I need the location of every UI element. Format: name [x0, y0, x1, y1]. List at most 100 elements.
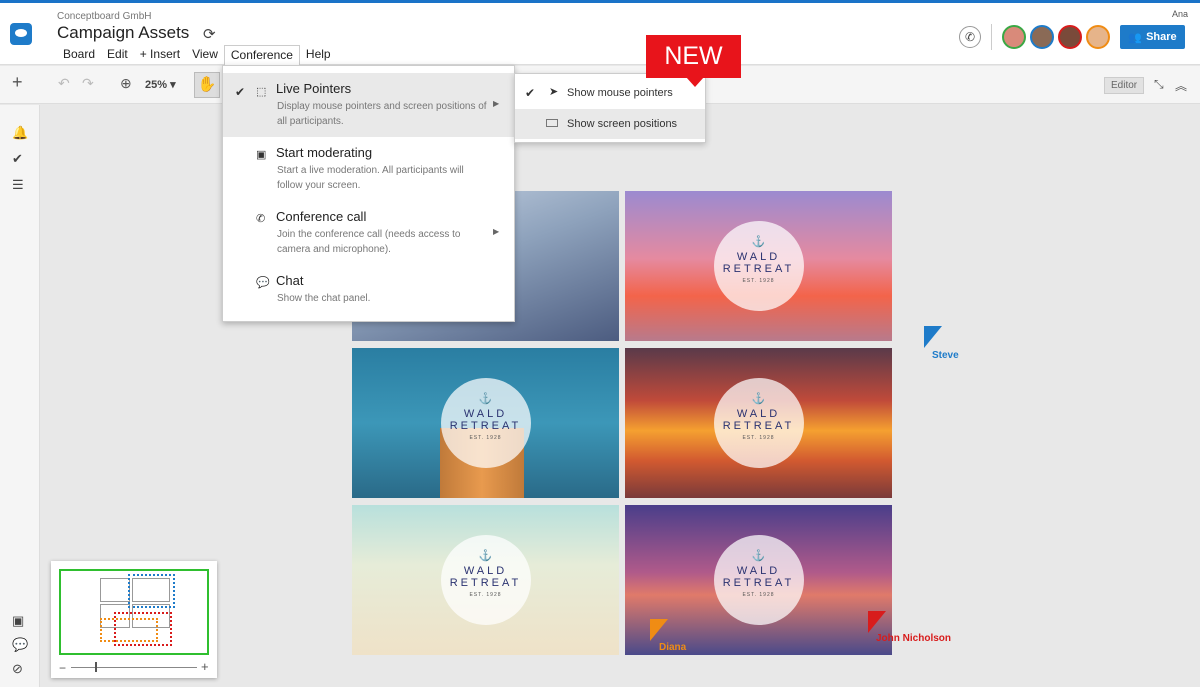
zoom-icon[interactable]: ⊕: [120, 75, 132, 92]
avatar[interactable]: [1086, 25, 1110, 49]
add-icon[interactable]: +: [12, 72, 23, 93]
menu-item-desc: Start a live moderation. All participant…: [277, 165, 464, 191]
submenu-label: Show screen positions: [567, 118, 678, 130]
list-icon[interactable]: ☰: [12, 177, 24, 193]
conceptboard-logo-icon[interactable]: [10, 23, 32, 45]
zoom-value: 25%: [145, 79, 168, 91]
menu-item-live-pointers[interactable]: ✔ ⬚ Live Pointers Display mouse pointers…: [223, 73, 514, 137]
conference-menu: ✔ ⬚ Live Pointers Display mouse pointers…: [222, 65, 515, 322]
anchor-icon: ⚓: [751, 393, 766, 405]
menu-item-chat[interactable]: 💬 Chat Show the chat panel.: [223, 273, 514, 313]
minimap[interactable]: − +: [51, 561, 217, 678]
wald-retreat-badge: ⚓ WALD RETREAT EST. 1928: [713, 378, 804, 468]
diana-pointer-icon: [650, 619, 668, 641]
header: Conceptboard GmbH Campaign Assets ⟳ Boar…: [0, 3, 1200, 66]
share-label: Share: [1146, 31, 1177, 43]
compass-icon[interactable]: ⊘: [12, 661, 23, 677]
badge-est: EST. 1928: [742, 592, 775, 598]
collapse-icon[interactable]: ︽: [1175, 77, 1187, 94]
menu-bar: Board Edit + Insert View Conference Help: [57, 45, 337, 66]
bell-icon[interactable]: 🔔: [12, 125, 28, 141]
menu-item-label: Conference call: [276, 209, 367, 224]
zoom-in-icon[interactable]: +: [201, 659, 209, 674]
minimap-tile: [100, 578, 130, 602]
badge-est: EST. 1928: [742, 278, 775, 284]
board-image[interactable]: ⚓ WALD RETREAT EST. 1928: [352, 348, 619, 498]
badge-est: EST. 1928: [469, 435, 502, 441]
anchor-icon: ⚓: [751, 236, 766, 248]
zoom-slider-track[interactable]: [71, 667, 197, 668]
avatar[interactable]: [1002, 25, 1026, 49]
new-badge: NEW: [646, 35, 741, 78]
submenu-show-screen-positions[interactable]: Show screen positions: [515, 109, 705, 139]
menu-item-label: Start moderating: [276, 145, 373, 160]
menu-item-desc: Display mouse pointers and screen positi…: [277, 101, 487, 127]
badge-text: WALD: [736, 408, 781, 420]
badge-text: WALD: [463, 565, 508, 577]
pointer-label-john: John Nicholson: [876, 633, 951, 644]
pointer-label-steve: Steve: [932, 350, 959, 361]
board-image[interactable]: ⚓ WALD RETREAT EST. 1928: [625, 191, 892, 341]
fullscreen-icon[interactable]: ⤡: [1154, 77, 1164, 92]
wald-retreat-badge: ⚓ WALD RETREAT EST. 1928: [440, 378, 531, 468]
wald-retreat-badge: ⚓ WALD RETREAT EST. 1928: [713, 221, 804, 311]
menu-item-start-moderating[interactable]: ▣ Start moderating Start a live moderati…: [223, 145, 514, 205]
badge-est: EST. 1928: [742, 435, 775, 441]
zoom-slider-handle[interactable]: [95, 662, 97, 672]
share-button[interactable]: 👥 Share: [1120, 25, 1185, 49]
wald-retreat-badge: ⚓ WALD RETREAT EST. 1928: [440, 535, 531, 625]
cursor-icon: ➤: [549, 86, 559, 98]
badge-text: RETREAT: [449, 577, 522, 589]
menu-item-label: Live Pointers: [276, 81, 352, 96]
chat-icon: 💬: [256, 277, 270, 289]
menu-help[interactable]: Help: [300, 45, 337, 66]
hand-tool-icon[interactable]: ✋: [194, 72, 220, 98]
submenu-arrow-icon: ▶: [493, 99, 500, 108]
chat-icon[interactable]: 💬: [12, 637, 28, 653]
badge-text: WALD: [736, 565, 781, 577]
user-name[interactable]: Ana: [1172, 9, 1188, 19]
menu-item-conference-call[interactable]: ✆ Conference call Join the conference ca…: [223, 209, 514, 269]
submenu-arrow-icon: ▶: [493, 227, 500, 236]
zoom-out-icon[interactable]: −: [59, 661, 66, 675]
anchor-icon: ⚓: [751, 550, 766, 562]
check-icon: ✔: [235, 85, 246, 99]
redo-icon[interactable]: ↷: [82, 75, 94, 92]
menu-edit[interactable]: Edit: [101, 45, 134, 66]
avatar[interactable]: [1030, 25, 1054, 49]
menu-board[interactable]: Board: [57, 45, 101, 66]
anchor-icon: ⚓: [478, 550, 493, 562]
check-circle-icon[interactable]: ✔: [12, 151, 23, 167]
submenu-label: Show mouse pointers: [567, 87, 673, 99]
menu-conference[interactable]: Conference: [223, 45, 300, 66]
badge-text: RETREAT: [449, 420, 522, 432]
avatar[interactable]: [1058, 25, 1082, 49]
menu-insert[interactable]: + Insert: [134, 45, 186, 66]
board-title[interactable]: Campaign Assets: [57, 23, 189, 43]
zoom-level[interactable]: 25% ▾: [145, 78, 176, 91]
org-name: Conceptboard GmbH: [57, 11, 152, 22]
phone-icon[interactable]: ✆: [959, 26, 981, 48]
menu-item-label: Chat: [276, 273, 304, 288]
minimap-steve-view: [128, 574, 175, 608]
live-pointers-submenu: ✔ ➤ Show mouse pointers Show screen posi…: [514, 73, 706, 143]
board-image[interactable]: ⚓ WALD RETREAT EST. 1928: [352, 505, 619, 655]
left-sidebar: 🔔 ✔ ☰ ▣ 💬 ⊘: [0, 105, 40, 687]
undo-icon[interactable]: ↶: [58, 75, 70, 92]
sync-icon[interactable]: ⟳: [203, 25, 216, 43]
menu-item-desc: Join the conference call (needs access t…: [277, 229, 461, 255]
badge-text: WALD: [463, 408, 508, 420]
new-badge-tip: [686, 77, 704, 87]
badge-text: RETREAT: [722, 420, 795, 432]
menu-view[interactable]: View: [186, 45, 224, 66]
board-image[interactable]: ⚓ WALD RETREAT EST. 1928: [625, 348, 892, 498]
badge-text: WALD: [736, 251, 781, 263]
submenu-show-mouse-pointers[interactable]: ✔ ➤ Show mouse pointers: [515, 78, 705, 108]
phone-icon: ✆: [256, 213, 266, 225]
divider: [991, 24, 992, 50]
presentation-icon[interactable]: ▣: [12, 613, 24, 629]
screen-icon: [546, 119, 558, 127]
john-pointer-icon: [868, 611, 886, 633]
menu-item-desc: Show the chat panel.: [277, 293, 371, 304]
anchor-icon: ⚓: [478, 393, 493, 405]
